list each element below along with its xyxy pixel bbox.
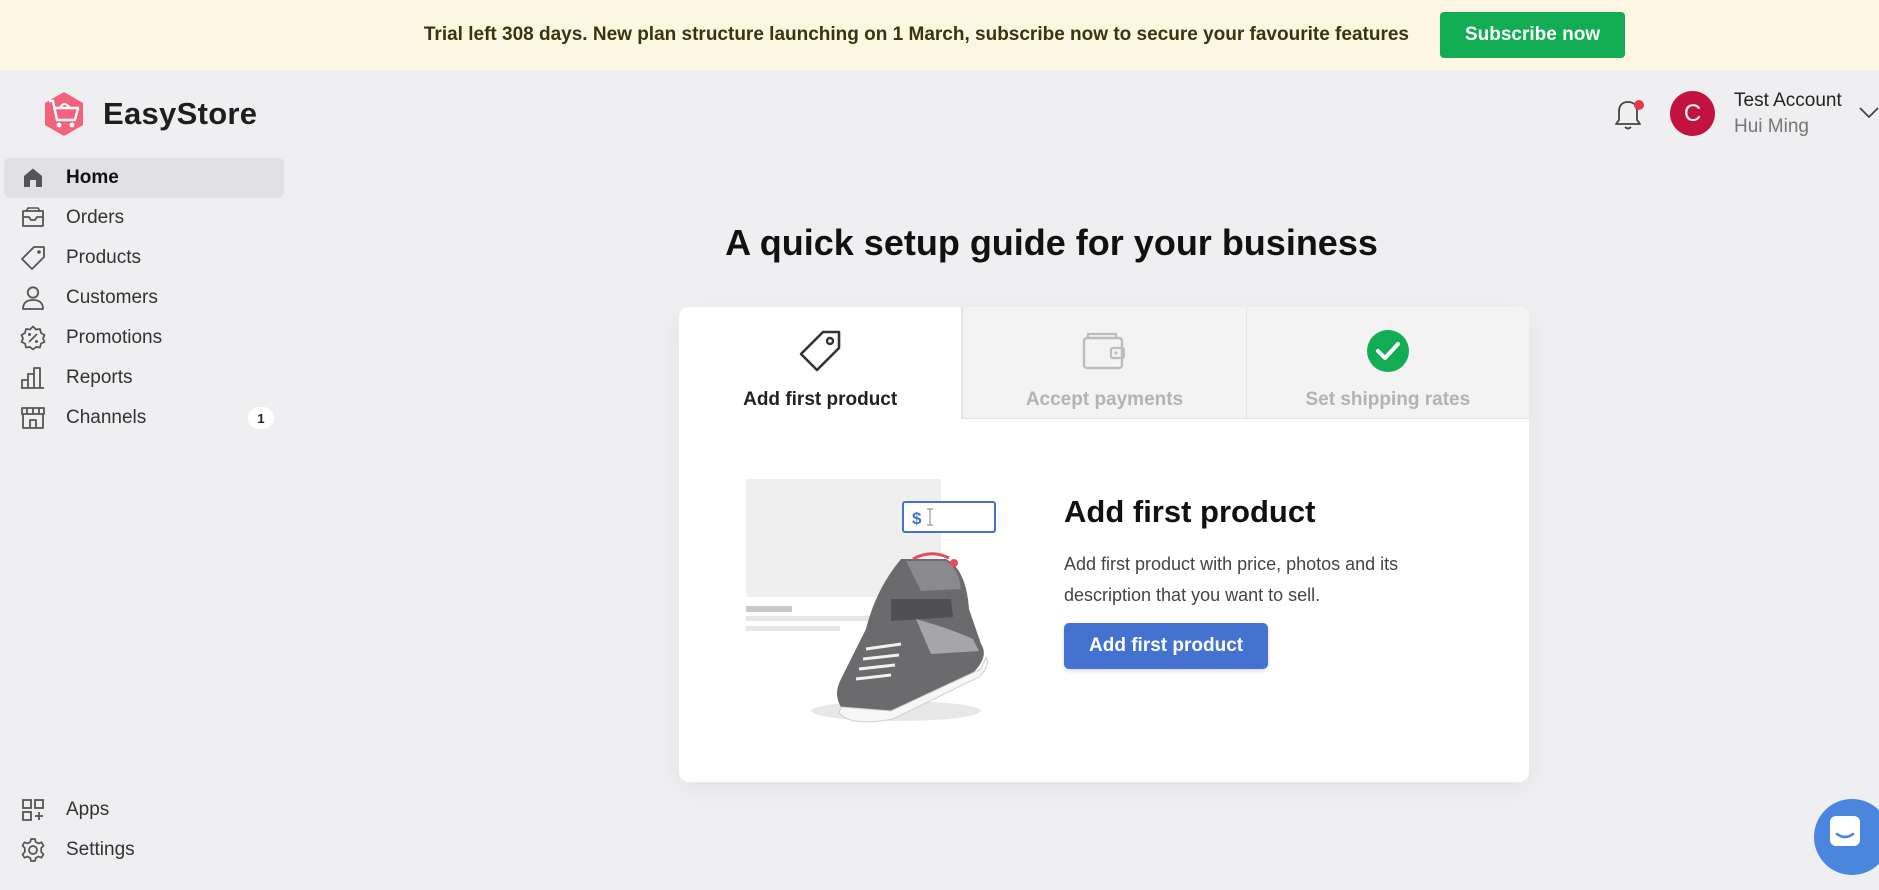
add-first-product-button[interactable]: Add first product <box>1064 623 1269 669</box>
sidebar-item-customers[interactable]: Customers <box>4 278 284 318</box>
apps-grid-icon <box>20 797 46 823</box>
tab-label: Accept payments <box>1025 389 1184 410</box>
notification-dot <box>1634 100 1644 110</box>
price-tag-icon <box>796 327 844 375</box>
setup-guide-card: Add first product Accept payments Set sh… <box>679 307 1529 782</box>
channels-count-badge: 1 <box>248 407 274 429</box>
notification-bell[interactable] <box>1613 98 1644 132</box>
user-name: Hui Ming <box>1734 116 1809 137</box>
sidebar-item-promotions[interactable]: Promotions <box>4 318 284 358</box>
sidebar-item-channels[interactable]: Channels 1 <box>4 398 284 438</box>
sidebar-item-label: Home <box>66 167 119 188</box>
discount-badge-icon <box>20 325 46 351</box>
home-icon <box>20 165 46 191</box>
trial-banner-text: Trial left 308 days. New plan structure … <box>423 24 1409 45</box>
storefront-icon <box>20 405 46 431</box>
sidebar-item-label: Settings <box>66 839 135 860</box>
check-circle-icon <box>1364 327 1412 375</box>
account-name: Test Account <box>1734 90 1842 111</box>
sidebar-nav: Home Orders Products Customers Promotion… <box>4 158 284 438</box>
setup-tabs: Add first product Accept payments Set sh… <box>679 307 1529 419</box>
tab-label: Add first product <box>743 389 898 410</box>
wallet-icon <box>1080 327 1128 375</box>
brand-name: EasyStore <box>103 96 258 131</box>
user-icon <box>20 285 46 311</box>
chat-icon <box>1830 816 1860 846</box>
sidebar-item-label: Promotions <box>66 327 163 348</box>
sidebar-item-home[interactable]: Home <box>4 158 284 198</box>
chat-launcher[interactable] <box>1814 799 1879 875</box>
step-title: Add first product <box>1064 494 1316 529</box>
sidebar-item-reports[interactable]: Reports <box>4 358 284 398</box>
sidebar-item-label: Reports <box>66 367 133 388</box>
page-title: A quick setup guide for your business <box>725 222 1378 263</box>
brand-logo[interactable]: EasyStore <box>40 90 257 138</box>
tab-set-shipping-rates[interactable]: Set shipping rates <box>1245 307 1529 419</box>
sidebar-item-apps[interactable]: Apps <box>4 790 284 830</box>
subscribe-now-button[interactable]: Subscribe now <box>1439 12 1626 58</box>
step-description: Add first product with price, photos and… <box>1064 554 1399 605</box>
tab-accept-payments[interactable]: Accept payments <box>962 307 1246 419</box>
sidebar-bottom-nav: Apps Settings <box>4 790 284 870</box>
chevron-down-icon[interactable] <box>1858 104 1879 120</box>
avatar[interactable]: C <box>1670 91 1715 136</box>
step-content: $ Add first product Add first product wi… <box>679 419 1529 782</box>
price-symbol: $ <box>912 509 922 528</box>
tab-label: Set shipping rates <box>1305 389 1471 410</box>
sidebar-item-label: Customers <box>66 287 158 308</box>
shopping-cart-logo-icon <box>45 92 83 136</box>
sidebar-item-label: Apps <box>66 799 110 820</box>
sidebar-item-label: Channels <box>66 407 147 428</box>
bar-chart-icon <box>20 365 46 391</box>
account-menu[interactable]: Test Account Hui Ming <box>1734 90 1842 138</box>
tab-add-first-product[interactable]: Add first product <box>679 307 963 419</box>
gear-icon <box>20 837 46 863</box>
product-illustration: $ <box>746 479 996 723</box>
trial-banner: Trial left 308 days. New plan structure … <box>0 0 1879 70</box>
sidebar-item-settings[interactable]: Settings <box>4 830 284 870</box>
